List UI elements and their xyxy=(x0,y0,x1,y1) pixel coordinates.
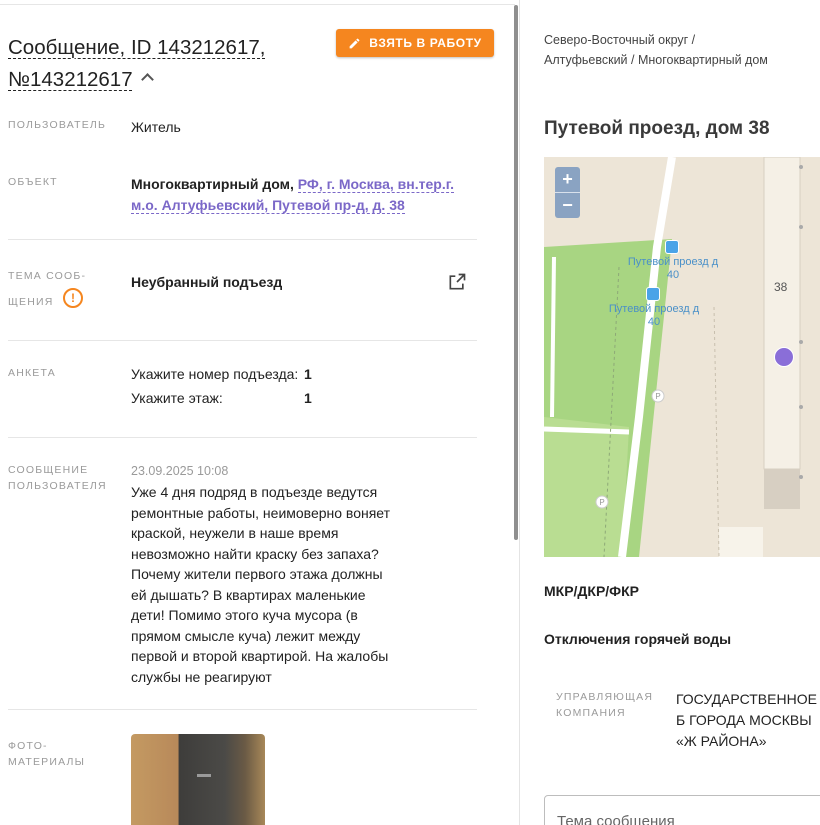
message-text: Уже 4 дня подряд в подъезде ведутся ремо… xyxy=(131,484,391,685)
topic-value: Неубранный подъезд xyxy=(131,274,283,290)
take-to-work-label: ВЗЯТЬ В РАБОТУ xyxy=(369,36,482,50)
object-label: ОБЪЕКТ xyxy=(8,176,58,188)
photo-label: ФОТО- МАТЕРИАЛЫ xyxy=(8,740,86,768)
topic-input[interactable]: Тема сообщения xyxy=(544,795,820,825)
bus-stop-label: Путевой проезд д 40 xyxy=(608,303,700,328)
survey-question: Укажите этаж: xyxy=(131,390,223,406)
survey-answer: 1 xyxy=(304,390,312,406)
warning-icon: ! xyxy=(63,288,83,308)
title-text[interactable]: Сообщение, ID 143212617, №143212617 xyxy=(8,36,265,91)
bus-stop-label: Путевой проезд д 40 xyxy=(627,256,719,281)
address-title: Путевой проезд, дом 38 xyxy=(544,118,770,139)
section-mkr[interactable]: МКР/ДКР/ФКР xyxy=(544,583,639,599)
zoom-in-button[interactable]: + xyxy=(555,167,580,192)
topic-input-placeholder: Тема сообщения xyxy=(557,813,675,825)
location-pin-icon[interactable] xyxy=(774,347,794,367)
divider xyxy=(8,709,477,710)
pencil-icon xyxy=(349,38,360,48)
message-label: СООБЩЕНИЕ ПОЛЬЗОВАТЕЛЯ xyxy=(8,464,107,492)
message-panel: Сообщение, ID 143212617, №143212617 ВЗЯТ… xyxy=(0,0,515,825)
user-value: Житель xyxy=(131,119,181,135)
zoom-control: + − xyxy=(555,167,580,218)
door-handle xyxy=(197,774,211,777)
survey-question: Укажите номер подъезда: xyxy=(131,366,299,382)
divider xyxy=(8,340,477,341)
scrollbar[interactable] xyxy=(514,5,518,540)
bus-stop-icon[interactable] xyxy=(646,287,660,301)
breadcrumb: Северо-Восточный округ / Алтуфьевский / … xyxy=(544,33,768,67)
management-label: УПРАВЛЯЮЩАЯ КОМПАНИЯ xyxy=(556,691,654,719)
divider xyxy=(8,239,477,240)
object-value: Многоквартирный дом, РФ, г. Москва, вн.т… xyxy=(131,174,476,215)
survey-row: Укажите этаж: 1 xyxy=(131,388,312,408)
parking-label: P xyxy=(655,392,661,401)
section-hot-water[interactable]: Отключения горячей воды xyxy=(544,631,731,647)
bus-stop-icon[interactable] xyxy=(665,240,679,254)
management-value: ГОСУДАРСТВЕННОЕ Б ГОРОДА МОСКВЫ «Ж РАЙОН… xyxy=(676,691,817,749)
parking-label: P xyxy=(599,498,605,507)
page-title[interactable]: Сообщение, ID 143212617, №143212617 xyxy=(8,32,328,96)
message-date: 23.09.2025 10:08 xyxy=(131,464,229,478)
zoom-out-button[interactable]: − xyxy=(555,193,580,218)
map[interactable]: + − Путевой проезд д 40 Путевой проезд д… xyxy=(544,157,820,557)
photo-thumbnail[interactable] xyxy=(131,734,265,825)
divider xyxy=(8,437,477,438)
object-type: Многоквартирный дом, xyxy=(131,176,294,192)
survey-row: Укажите номер подъезда: 1 xyxy=(131,364,312,384)
user-label: ПОЛЬЗОВАТЕЛЬ xyxy=(8,119,107,131)
pane-divider xyxy=(519,0,520,825)
survey-label: АНКЕТА xyxy=(8,367,56,379)
take-to-work-button[interactable]: ВЗЯТЬ В РАБОТУ xyxy=(336,29,494,57)
house-number: 38 xyxy=(774,280,788,294)
survey-answer: 1 xyxy=(304,366,312,382)
external-link-icon[interactable] xyxy=(447,272,467,292)
chevron-up-icon[interactable] xyxy=(140,73,154,86)
